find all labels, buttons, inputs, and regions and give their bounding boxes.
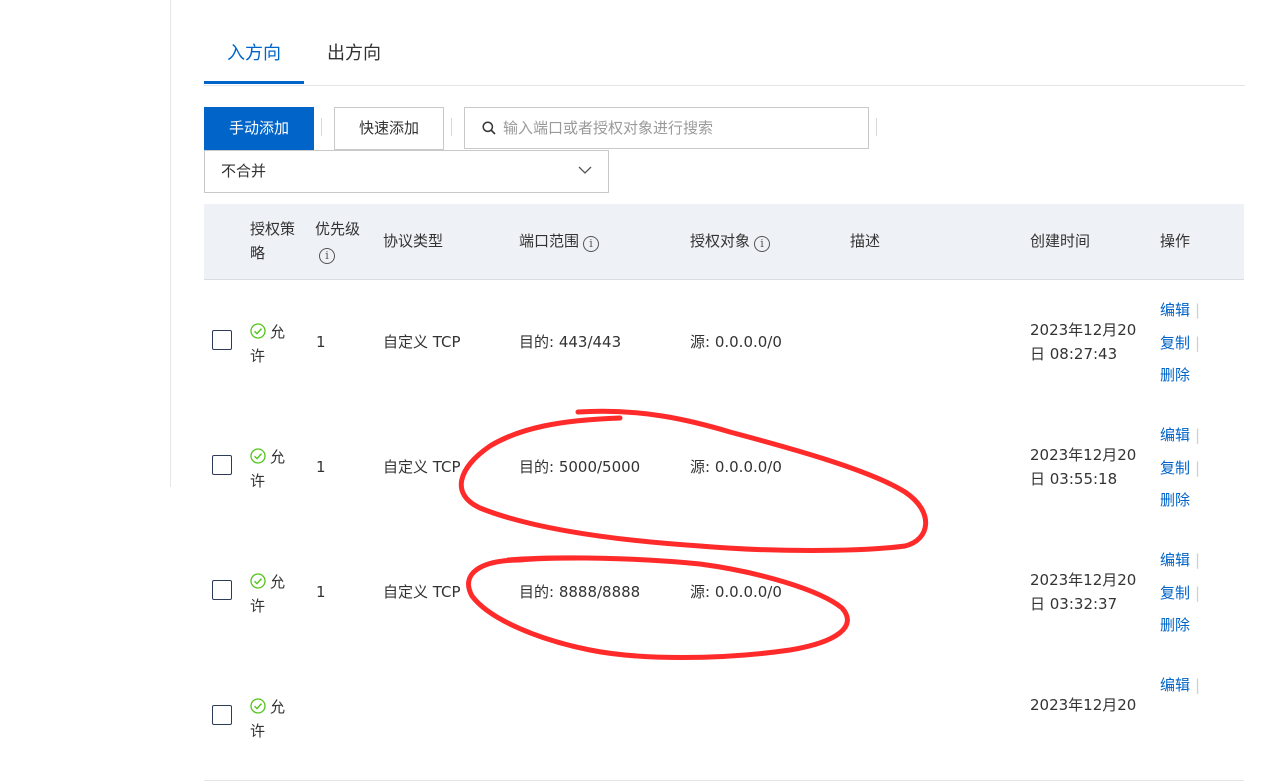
edit-link[interactable]: 编辑 | bbox=[1160, 544, 1200, 577]
row-actions: 编辑 | bbox=[1160, 669, 1200, 702]
row-checkbox[interactable] bbox=[212, 455, 232, 475]
auth-object-cell: 源: 0.0.0.0/0 bbox=[690, 333, 782, 351]
direction-tabs: 入方向 出方向 bbox=[204, 28, 1245, 86]
copy-label: 复制 bbox=[1160, 333, 1191, 352]
edit-link[interactable]: 编辑 | bbox=[1160, 294, 1200, 327]
merge-select-value: 不合并 bbox=[221, 162, 267, 180]
header-description: 描述 bbox=[850, 232, 881, 250]
header-priority[interactable]: 优先级 i bbox=[315, 217, 373, 265]
search-input[interactable] bbox=[503, 108, 858, 148]
copy-link[interactable]: 复制 | bbox=[1160, 327, 1200, 360]
created-date: 2023年12月20 bbox=[1030, 571, 1137, 589]
policy-cell: 允许 bbox=[250, 445, 296, 493]
edit-link[interactable]: 编辑 | bbox=[1160, 669, 1200, 702]
table-row: 允许 1 自定义 TCP 目的: 5000/5000 源: 0.0.0.0/0 … bbox=[204, 405, 1244, 531]
created-at-cell: 2023年12月20 日 08:27:43 bbox=[1030, 318, 1136, 366]
created-at-cell: 2023年12月20 日 03:55:18 bbox=[1030, 443, 1136, 491]
check-circle-icon bbox=[250, 698, 266, 714]
table-row: 允许 2023年12月20 编辑 | bbox=[204, 655, 1244, 781]
info-icon[interactable]: i bbox=[754, 236, 771, 252]
merge-select[interactable]: 不合并 bbox=[204, 150, 609, 193]
delete-link[interactable]: 删除 bbox=[1160, 359, 1200, 392]
copy-label: 复制 bbox=[1160, 583, 1191, 602]
edit-label: 编辑 bbox=[1160, 676, 1191, 694]
row-checkbox[interactable] bbox=[212, 580, 232, 600]
created-at-cell: 2023年12月20 bbox=[1030, 693, 1136, 717]
row-actions: 编辑 | 复制 | 删除 bbox=[1160, 544, 1200, 642]
row-actions: 编辑 | 复制 | 删除 bbox=[1160, 294, 1200, 392]
auth-object-cell: 源: 0.0.0.0/0 bbox=[690, 583, 782, 601]
row-checkbox[interactable] bbox=[212, 330, 232, 350]
copy-link[interactable]: 复制 | bbox=[1160, 452, 1200, 485]
created-date: 2023年12月20 bbox=[1030, 321, 1137, 339]
copy-link[interactable]: 复制 | bbox=[1160, 577, 1200, 610]
edit-label: 编辑 bbox=[1160, 426, 1191, 444]
edit-label: 编辑 bbox=[1160, 551, 1191, 569]
header-priority-label: 优先级 bbox=[315, 220, 361, 238]
port-range-cell: 目的: 443/443 bbox=[519, 333, 622, 351]
priority-cell: 1 bbox=[316, 333, 326, 351]
check-circle-icon bbox=[250, 573, 266, 589]
priority-cell: 1 bbox=[316, 458, 326, 476]
check-circle-icon bbox=[250, 323, 266, 339]
tab-outbound[interactable]: 出方向 bbox=[316, 28, 392, 84]
search-box bbox=[464, 107, 869, 149]
chevron-down-icon bbox=[578, 166, 592, 174]
port-range-cell: 目的: 8888/8888 bbox=[519, 583, 641, 601]
info-icon[interactable]: i bbox=[583, 236, 600, 252]
policy-cell: 允许 bbox=[250, 695, 296, 743]
policy-cell: 允许 bbox=[250, 320, 296, 368]
toolbar-separator bbox=[451, 118, 452, 136]
policy-cell: 允许 bbox=[250, 570, 296, 618]
created-date: 2023年12月20 bbox=[1030, 696, 1137, 714]
auth-object-cell: 源: 0.0.0.0/0 bbox=[690, 458, 782, 476]
created-date: 2023年12月20 bbox=[1030, 446, 1137, 464]
check-circle-icon bbox=[250, 448, 266, 464]
sidebar-divider bbox=[170, 0, 171, 487]
delete-link[interactable]: 删除 bbox=[1160, 484, 1200, 517]
header-auth-object[interactable]: 授权对象 i bbox=[690, 229, 771, 253]
header-actions: 操作 bbox=[1160, 232, 1191, 250]
table-row: 允许 1 自定义 TCP 目的: 8888/8888 源: 0.0.0.0/0 … bbox=[204, 530, 1244, 656]
header-policy[interactable]: 授权策略 bbox=[250, 217, 306, 265]
created-time: 日 03:32:37 bbox=[1030, 595, 1118, 613]
header-port-range-label: 端口范围 bbox=[519, 232, 580, 250]
search-icon bbox=[482, 121, 496, 135]
header-port-range[interactable]: 端口范围 i bbox=[519, 229, 600, 253]
edit-label: 编辑 bbox=[1160, 301, 1191, 319]
protocol-cell: 自定义 TCP bbox=[383, 333, 461, 351]
info-icon[interactable]: i bbox=[319, 248, 335, 264]
table-header: 授权策略 优先级 i 协议类型 端口范围 i 授权对象 i 描述 创建时间 操作 bbox=[204, 204, 1244, 280]
toolbar-separator bbox=[876, 118, 877, 136]
header-auth-object-label: 授权对象 bbox=[690, 232, 751, 250]
created-time: 日 08:27:43 bbox=[1030, 345, 1118, 363]
row-checkbox[interactable] bbox=[212, 705, 232, 725]
copy-label: 复制 bbox=[1160, 458, 1191, 477]
port-range-cell: 目的: 5000/5000 bbox=[519, 458, 641, 476]
header-protocol[interactable]: 协议类型 bbox=[383, 229, 443, 253]
priority-cell: 1 bbox=[316, 583, 326, 601]
created-at-cell: 2023年12月20 日 03:32:37 bbox=[1030, 568, 1136, 616]
manual-add-button[interactable]: 手动添加 bbox=[204, 107, 314, 150]
protocol-cell: 自定义 TCP bbox=[383, 583, 461, 601]
protocol-cell: 自定义 TCP bbox=[383, 458, 461, 476]
toolbar-separator bbox=[321, 118, 322, 136]
edit-link[interactable]: 编辑 | bbox=[1160, 419, 1200, 452]
tab-inbound[interactable]: 入方向 bbox=[204, 28, 304, 84]
created-time: 日 03:55:18 bbox=[1030, 470, 1118, 488]
table-row: 允许 1 自定义 TCP 目的: 443/443 源: 0.0.0.0/0 20… bbox=[204, 280, 1244, 406]
quick-add-button[interactable]: 快速添加 bbox=[334, 107, 444, 150]
header-created-at[interactable]: 创建时间 bbox=[1030, 229, 1090, 253]
row-actions: 编辑 | 复制 | 删除 bbox=[1160, 419, 1200, 517]
delete-link[interactable]: 删除 bbox=[1160, 609, 1200, 642]
